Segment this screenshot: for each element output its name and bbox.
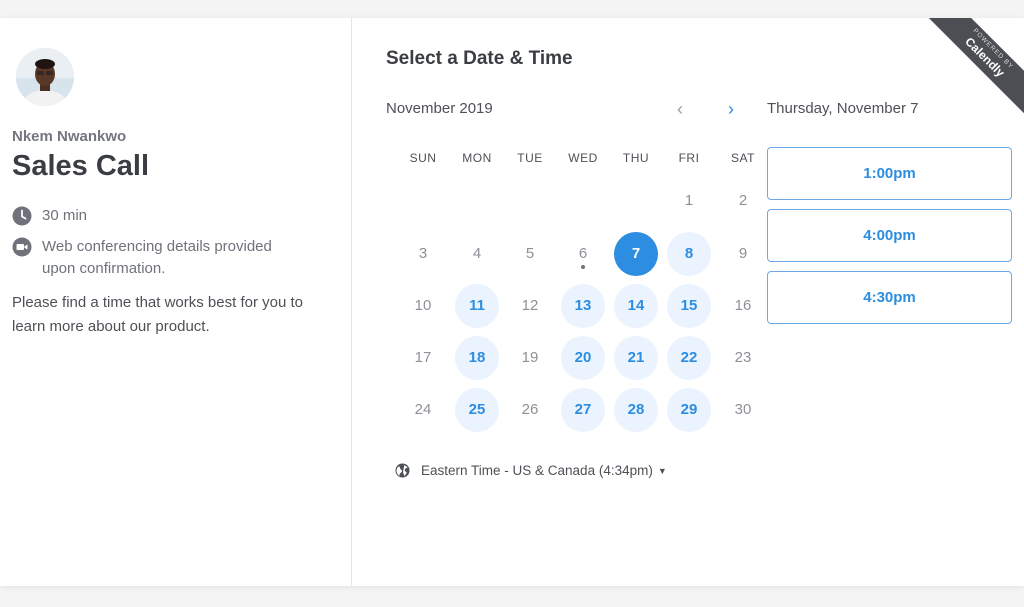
panel-heading: Select a Date & Time [386,48,573,69]
location-text-line2: upon confirmation. [42,260,166,277]
timezone-selector[interactable]: Eastern Time - US & Canada (4:34pm) ▼ [395,463,667,478]
today-indicator-dot [581,265,585,269]
weekday-label: TUE [517,151,543,165]
weekday-label: FRI [678,151,700,165]
calendar-day-available[interactable]: 8 [667,232,711,276]
duration-text: 30 min [42,207,88,224]
weekday-label: SAT [731,151,755,165]
calendar-day-available[interactable]: 15 [667,284,711,328]
calendar-day-available[interactable]: 21 [614,336,658,380]
time-slot-button[interactable]: 4:00pm [767,209,1012,262]
calendar-day: 12 [521,297,539,314]
next-month-button[interactable]: › [719,98,743,122]
calendar-day: 6 [578,245,588,262]
calendar-day-available[interactable]: 13 [561,284,605,328]
calendar-day: 24 [414,401,432,418]
calendar-day: 5 [525,245,535,262]
calendar-day: 17 [414,349,432,366]
weekday-label: MON [462,151,492,165]
selected-date-label: Thursday, November 7 [767,100,919,117]
host-avatar [16,48,74,106]
event-description: Please find a time that works best for y… [12,294,303,335]
time-slot-button[interactable]: 4:30pm [767,271,1012,324]
calendar-day-available[interactable]: 18 [455,336,499,380]
calendar-day: 2 [738,192,748,209]
calendar-day: 10 [414,297,432,314]
calendar-day-available[interactable]: 14 [614,284,658,328]
timezone-label: Eastern Time - US & Canada (4:34pm) [421,463,653,478]
scheduling-card: Nkem Nwankwo Sales Call 30 min Web confe… [0,18,1024,586]
clock-icon [12,206,32,226]
calendar-day-available[interactable]: 27 [561,388,605,432]
time-slot-label: 4:00pm [863,227,916,244]
time-slot-button[interactable]: 1:00pm [767,147,1012,200]
event-details-panel: Nkem Nwankwo Sales Call 30 min Web confe… [0,18,352,586]
calendar-day: 1 [684,192,694,209]
previous-month-button[interactable]: ‹ [668,98,692,122]
calendar-day-available[interactable]: 29 [667,388,711,432]
time-slot-label: 1:00pm [863,165,916,182]
time-slot-label: 4:30pm [863,289,916,306]
chevron-right-icon: › [728,99,734,119]
calendar-day: 4 [472,245,482,262]
globe-icon [395,463,410,478]
calendar-day: 30 [734,401,752,418]
calendar-day: 16 [734,297,752,314]
event-title: Sales Call [12,150,150,182]
calendar-day-selected[interactable]: 7 [614,232,658,276]
month-label: November 2019 [386,100,493,117]
weekday-label: WED [568,151,598,165]
host-name: Nkem Nwankwo [12,128,127,145]
weekday-label: SUN [409,151,437,165]
date-time-panel: Select a Date & Time November 2019 ‹ › S… [353,18,1024,586]
chevron-left-icon: ‹ [677,99,683,119]
calendar-day-available[interactable]: 22 [667,336,711,380]
duration-row: 30 min [12,205,87,227]
caret-down-icon: ▼ [657,465,667,476]
calendar-day-available[interactable]: 28 [614,388,658,432]
calendar-day: 26 [521,401,539,418]
calendar-day: 23 [734,349,752,366]
calendar-day: 3 [418,245,428,262]
calendar-day-available[interactable]: 11 [455,284,499,328]
weekday-label: THU [622,151,650,165]
calendar-day: 19 [521,349,539,366]
calendar-day-available[interactable]: 25 [455,388,499,432]
location-text-line1: Web conferencing details provided [42,238,272,255]
calendar-day-available[interactable]: 20 [561,336,605,380]
video-camera-icon [12,237,32,257]
calendar-day: 9 [738,245,748,262]
location-row: Web conferencing details provided upon c… [12,236,272,280]
